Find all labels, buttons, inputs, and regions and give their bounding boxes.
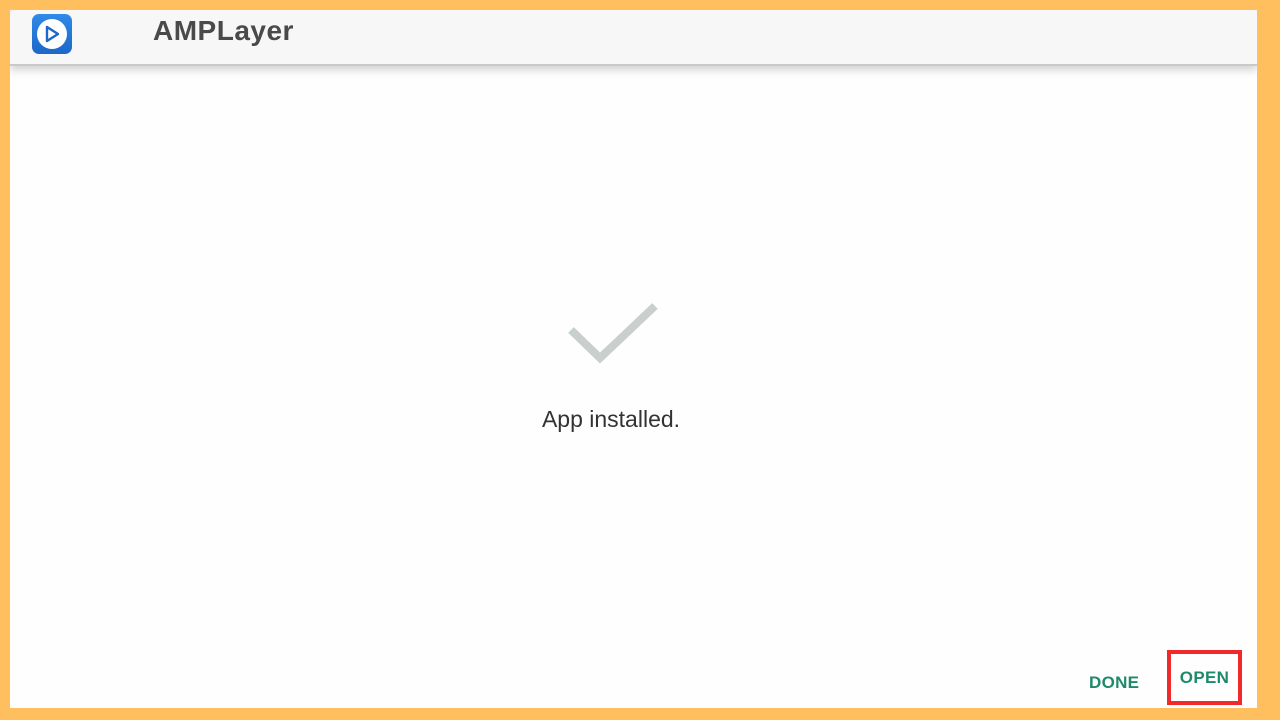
- done-button[interactable]: DONE: [1083, 672, 1145, 694]
- app-title: AMPLayer: [153, 15, 294, 46]
- app-header: AMPLayer: [10, 10, 1257, 66]
- app-icon: [32, 14, 72, 54]
- checkmark-icon: [563, 288, 663, 368]
- play-icon: [37, 19, 67, 49]
- install-status-text: App installed.: [541, 406, 681, 432]
- open-button[interactable]: OPEN: [1167, 650, 1242, 705]
- install-screen: AMPLayer App installed. DONE OPEN: [10, 10, 1257, 708]
